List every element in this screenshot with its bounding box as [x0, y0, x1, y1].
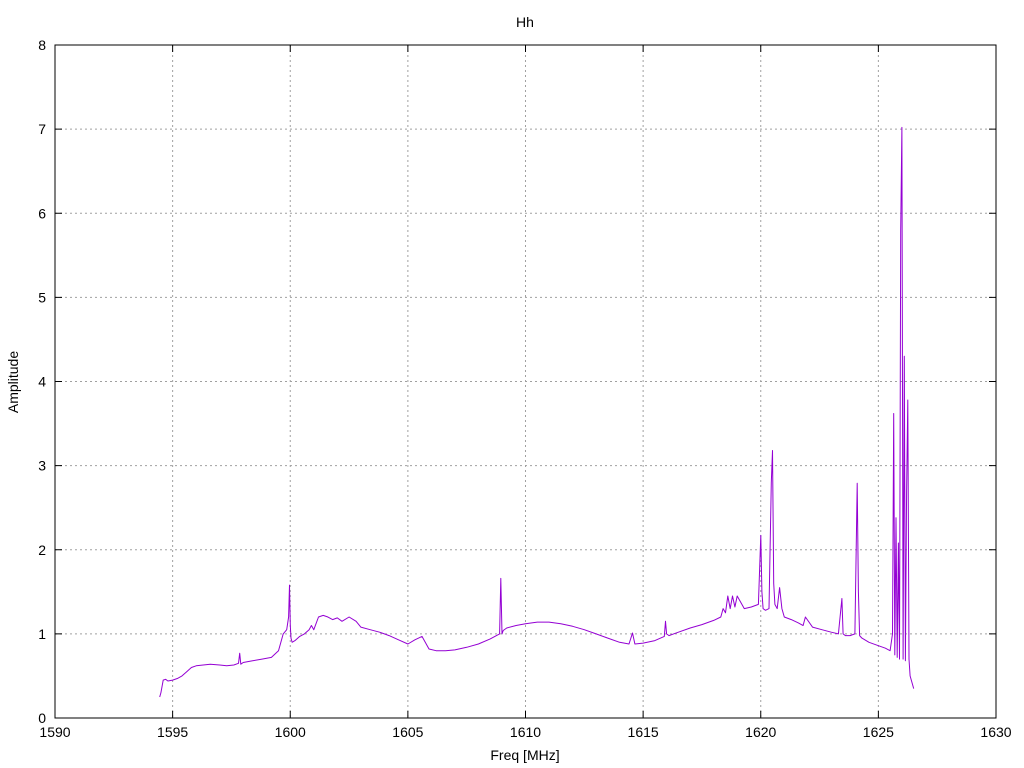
x-tick-label: 1610: [510, 724, 541, 740]
y-tick-label: 1: [38, 626, 46, 642]
y-tick-label: 5: [38, 289, 46, 305]
y-tick-label: 2: [38, 542, 46, 558]
y-tick-label: 4: [38, 374, 46, 390]
y-axis-label: Amplitude: [5, 351, 21, 413]
y-tick-label: 8: [38, 37, 46, 53]
tick-layer: 1590 1595 1600 1605 1610 1615 1620 1625 1630 0 1 2 3…: [38, 37, 1012, 740]
x-tick-label: 1605: [392, 724, 423, 740]
x-tick-label: 1625: [863, 724, 894, 740]
chart-title: Hh: [516, 14, 534, 30]
x-tick-label: 1600: [275, 724, 306, 740]
chart-container: 1590 1595 1600 1605 1610 1615 1620 1625 1630 0 1 2 3…: [0, 0, 1024, 768]
y-tick-label: 6: [38, 205, 46, 221]
y-tick-label: 7: [38, 121, 46, 137]
amplitude-frequency-chart: 1590 1595 1600 1605 1610 1615 1620 1625 1630 0 1 2 3…: [5, 14, 1012, 763]
x-tick-label: 1630: [980, 724, 1011, 740]
x-tick-label: 1595: [157, 724, 188, 740]
x-tick-label: 1615: [628, 724, 659, 740]
y-tick-label: 0: [38, 710, 46, 726]
x-axis-label: Freq [MHz]: [490, 747, 559, 763]
y-tick-label: 3: [38, 458, 46, 474]
x-tick-label: 1620: [745, 724, 776, 740]
x-tick-label: 1590: [39, 724, 70, 740]
